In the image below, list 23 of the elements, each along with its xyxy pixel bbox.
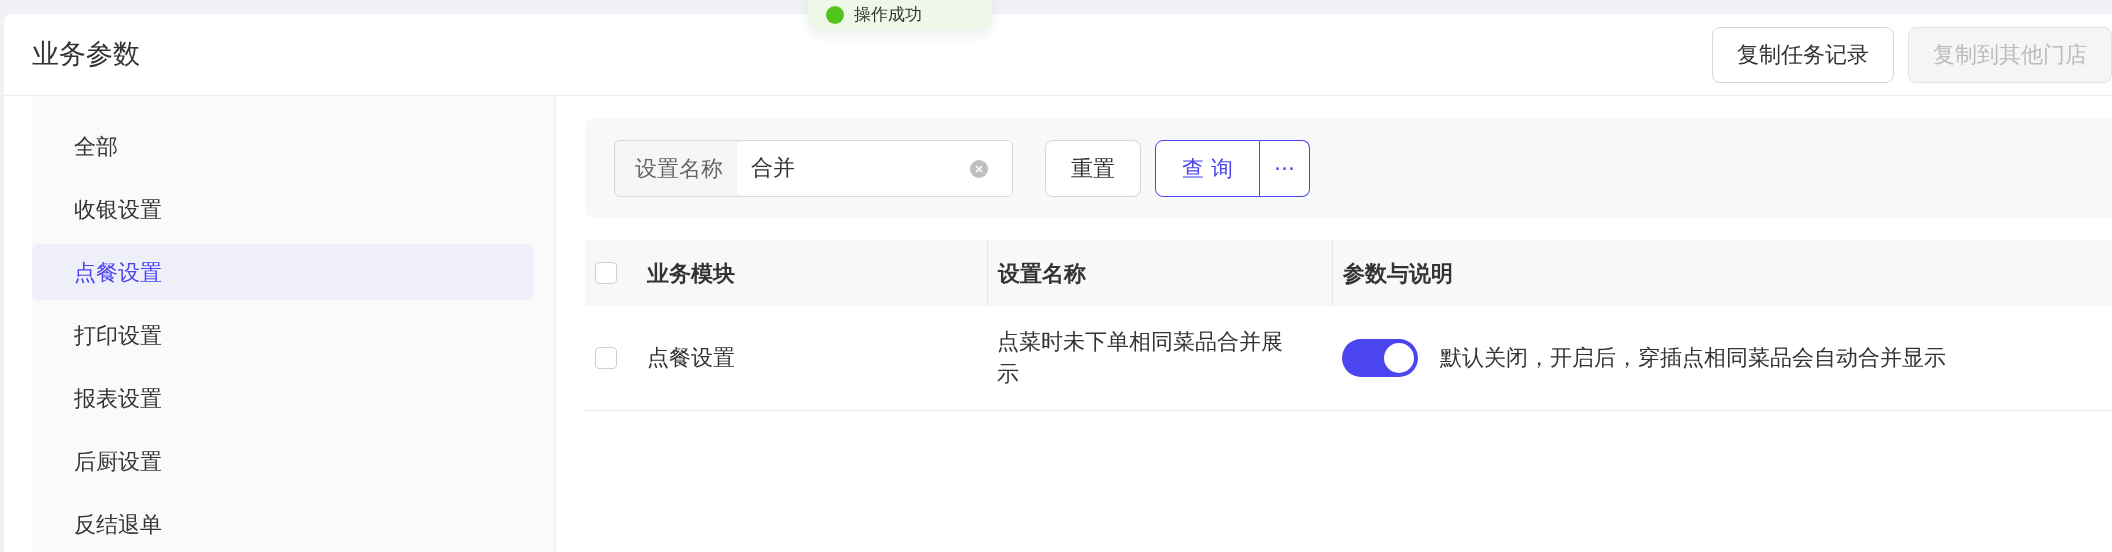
more-button[interactable]: ··· xyxy=(1260,139,1310,197)
sidebar-item[interactable]: 全部 xyxy=(32,118,533,174)
column-header: 设置名称 xyxy=(997,260,1086,286)
toggle-switch[interactable] xyxy=(1342,338,1418,377)
copy-records-button[interactable]: 复制任务记录 xyxy=(1712,26,1894,83)
sidebar-item[interactable]: 后厨设置 xyxy=(32,433,533,489)
sidebar-item[interactable]: 打印设置 xyxy=(32,307,533,363)
reset-button[interactable]: 重置 xyxy=(1045,139,1141,197)
sidebar-item[interactable]: 点餐设置 xyxy=(32,244,533,300)
page-title: 业务参数 xyxy=(32,37,141,72)
table-cell-text: 点菜时未下单相同菜品合并展示 xyxy=(997,327,1284,388)
sidebar-item[interactable]: 报表设置 xyxy=(32,370,533,426)
checkbox[interactable] xyxy=(595,346,617,369)
sidebar-item[interactable]: 收银设置 xyxy=(32,181,533,237)
table-cell: 点餐设置 xyxy=(647,345,735,371)
query-button[interactable]: 查 询 xyxy=(1155,139,1260,197)
toast-message: 操作成功 xyxy=(854,3,922,27)
sidebar-item[interactable]: 反结退单 xyxy=(32,496,533,552)
table-cell-text: 默认关闭，开启后，穿插点相同菜品会自动合并显示 xyxy=(1440,344,1946,373)
success-icon xyxy=(826,6,844,24)
column-header: 参数与说明 xyxy=(1342,260,1453,286)
checkbox[interactable] xyxy=(595,262,617,284)
column-header: 业务模块 xyxy=(647,260,735,286)
